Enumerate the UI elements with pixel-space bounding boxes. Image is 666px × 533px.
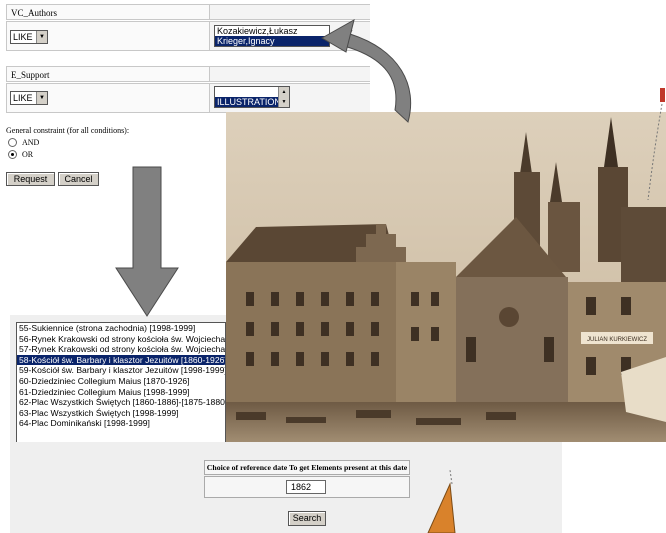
down-arrow-icon bbox=[115, 166, 179, 317]
marker-icon bbox=[660, 88, 665, 102]
curved-arrow-icon bbox=[337, 29, 412, 123]
spire-icon bbox=[427, 482, 456, 533]
annotation-overlay bbox=[115, 18, 665, 533]
dotted-line bbox=[449, 469, 453, 485]
dotted-line bbox=[647, 103, 663, 201]
